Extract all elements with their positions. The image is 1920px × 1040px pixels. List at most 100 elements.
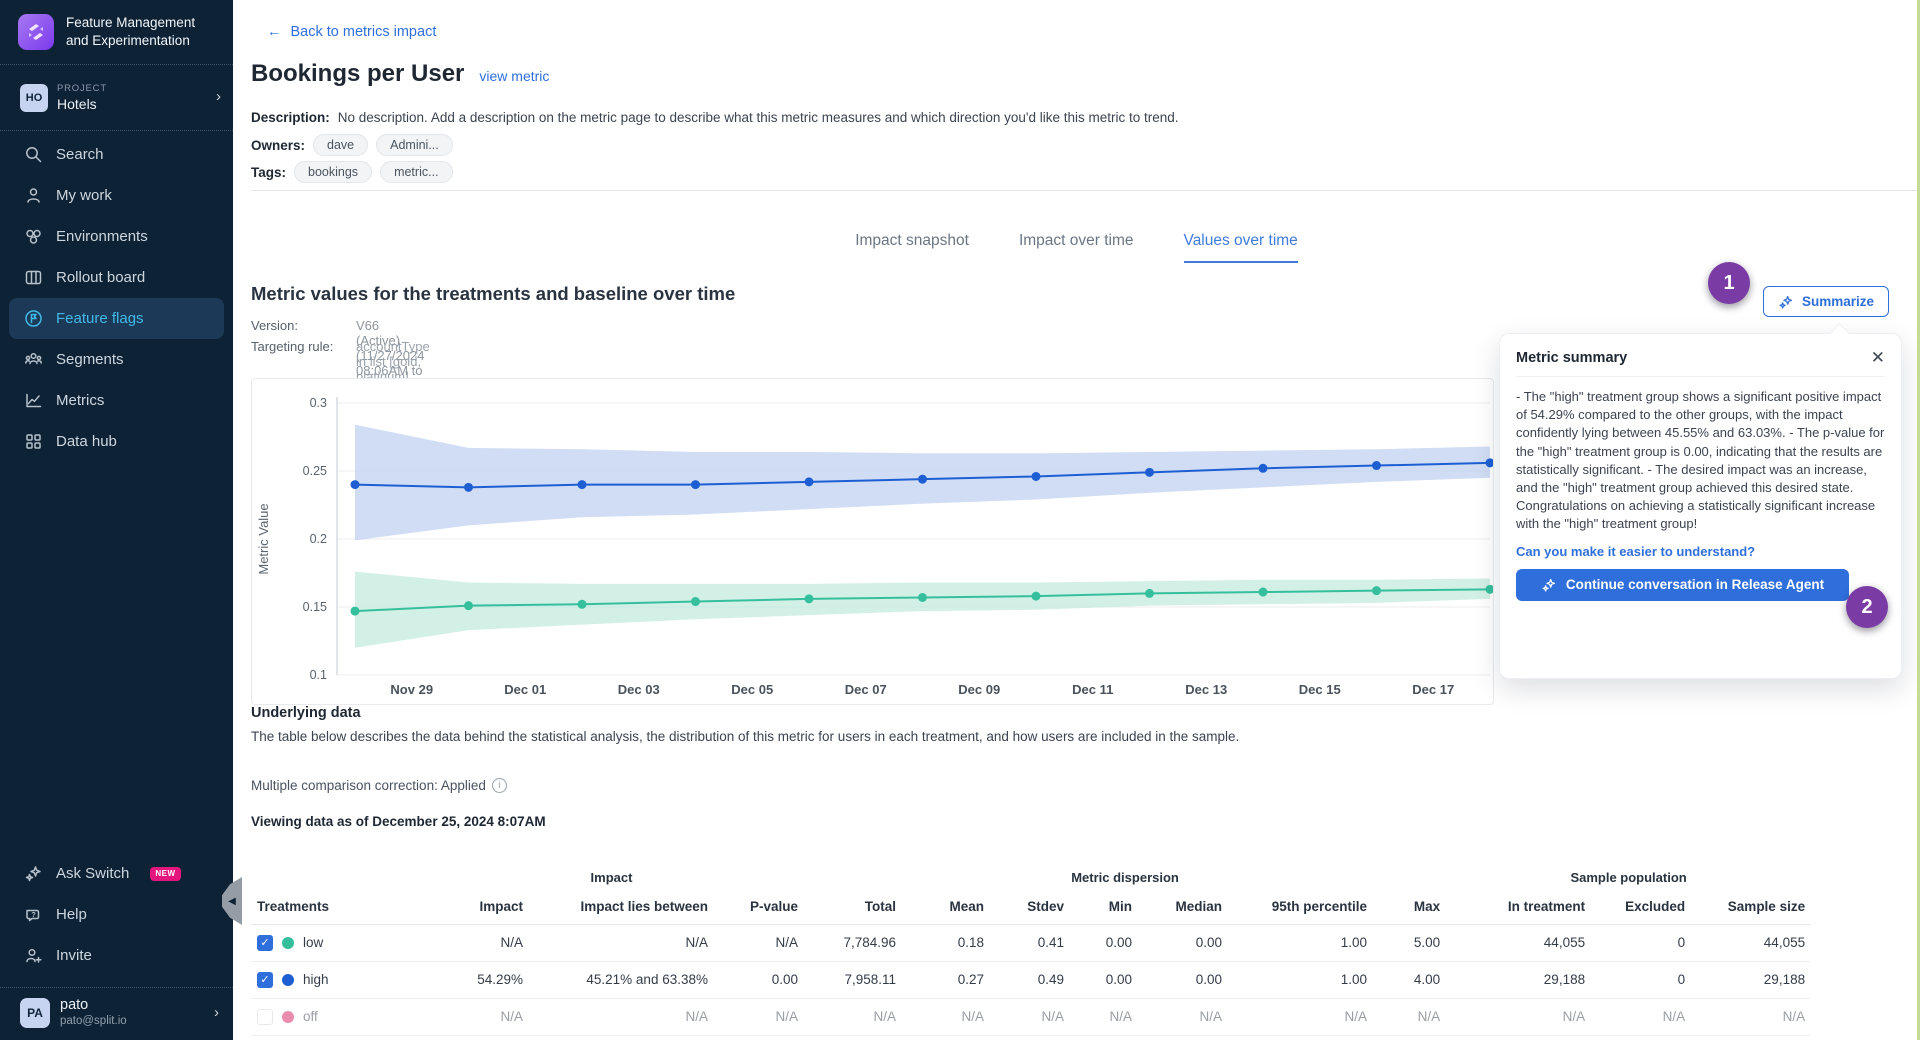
col-header: P-value xyxy=(714,890,804,924)
sidebar-item-invite[interactable]: Invite xyxy=(0,935,233,976)
sidebar-item-feature-flags[interactable]: Feature flags xyxy=(9,298,224,339)
treatment-label: low xyxy=(303,935,323,950)
user-menu[interactable]: PA pato pato@split.io › xyxy=(0,995,233,1040)
sidebar-item-label: Ask Switch xyxy=(56,865,129,882)
checkbox-high[interactable]: ✓ xyxy=(257,972,273,988)
owner-pill[interactable]: Admini... xyxy=(376,134,453,156)
table-cell: 1.00 xyxy=(1228,924,1373,961)
tab-impact-snapshot[interactable]: Impact snapshot xyxy=(855,232,969,263)
svg-text:Dec 15: Dec 15 xyxy=(1299,682,1341,697)
sparkle-icon xyxy=(1778,294,1794,310)
table-cell: N/A xyxy=(1228,998,1373,1035)
table-cell: N/A xyxy=(529,924,714,961)
underlying-data-heading: Underlying data xyxy=(251,705,361,721)
table-cell: 7,958.11 xyxy=(804,961,902,998)
treatment-dot-off xyxy=(282,1011,294,1023)
table-cell: 0.00 xyxy=(1070,924,1138,961)
svg-text:Dec 11: Dec 11 xyxy=(1072,682,1113,697)
continue-conversation-button[interactable]: Continue conversation in Release Agent xyxy=(1516,569,1849,601)
close-icon[interactable]: ✕ xyxy=(1871,349,1885,366)
table-cell: N/A xyxy=(714,924,804,961)
checkbox-low[interactable]: ✓ xyxy=(257,935,273,951)
sidebar-item-label: Help xyxy=(56,906,87,923)
environments-icon xyxy=(24,227,43,246)
tab-values-over-time[interactable]: Values over time xyxy=(1184,232,1298,263)
sidebar-item-search[interactable]: Search xyxy=(0,134,233,175)
svg-text:0.1: 0.1 xyxy=(310,668,327,682)
table-cell: 29,188 xyxy=(1691,961,1811,998)
table-cell: 44,055 xyxy=(1691,924,1811,961)
tag-pill[interactable]: metric... xyxy=(380,161,452,183)
table-cell: N/A xyxy=(1446,998,1591,1035)
table-cell: 1.00 xyxy=(1228,961,1373,998)
table-cell: 0.27 xyxy=(902,961,990,998)
sidebar-item-my-work[interactable]: My work xyxy=(0,175,233,216)
sidebar-item-label: Search xyxy=(56,146,104,163)
help-icon: ? xyxy=(24,905,43,924)
sidebar-item-label: My work xyxy=(56,187,112,204)
table-cell: N/A xyxy=(1070,998,1138,1035)
sidebar-item-label: Feature flags xyxy=(56,310,144,327)
table-cell: 0 xyxy=(1591,961,1691,998)
sidebar-item-ask-switch[interactable]: Ask Switch NEW xyxy=(0,853,233,894)
col-header: Impact lies between xyxy=(529,890,714,924)
easier-to-understand-link[interactable]: Can you make it easier to understand? xyxy=(1516,544,1885,559)
chart-canvas: 0.30.250.20.150.1Nov 29Dec 01Dec 03Dec 0… xyxy=(252,379,1493,704)
col-header: Min xyxy=(1070,890,1138,924)
treatment-label: off xyxy=(303,1009,318,1024)
table-cell: 4.00 xyxy=(1373,961,1446,998)
sidebar-item-environments[interactable]: Environments xyxy=(0,216,233,257)
sidebar-nav: Search My work Environments Rollout boar… xyxy=(0,134,233,462)
owner-pill[interactable]: dave xyxy=(313,134,368,156)
sidebar-item-data-hub[interactable]: Data hub xyxy=(0,421,233,462)
sidebar-item-metrics[interactable]: Metrics xyxy=(0,380,233,421)
people-icon xyxy=(24,350,43,369)
svg-text:0.3: 0.3 xyxy=(310,396,327,410)
app-logo[interactable]: Feature Management and Experimentation xyxy=(18,14,195,50)
table-cell: N/A xyxy=(419,998,529,1035)
svg-text:Dec 01: Dec 01 xyxy=(504,682,546,697)
svg-text:0.25: 0.25 xyxy=(303,464,327,478)
table-cell: N/A xyxy=(990,998,1070,1035)
table-cell: 5.00 xyxy=(1373,924,1446,961)
table-cell: 0.00 xyxy=(1070,961,1138,998)
sparkles-icon xyxy=(24,864,43,883)
table-cell: 0.49 xyxy=(990,961,1070,998)
sidebar-item-rollout-board[interactable]: Rollout board xyxy=(0,257,233,298)
back-link[interactable]: ← Back to metrics impact xyxy=(267,24,436,40)
summarize-button[interactable]: Summarize xyxy=(1763,286,1889,317)
sidebar-item-help[interactable]: ? Help xyxy=(0,894,233,935)
table-cell: 0.41 xyxy=(990,924,1070,961)
col-header: Treatments xyxy=(251,890,419,924)
tag-pill[interactable]: bookings xyxy=(294,161,372,183)
group-header-metric-dispersion: Metric dispersion xyxy=(804,864,1446,890)
treatment-dot-high xyxy=(282,974,294,986)
svg-text:Dec 09: Dec 09 xyxy=(958,682,1000,697)
new-badge: NEW xyxy=(150,867,180,881)
divider xyxy=(0,987,233,988)
annotation-step-2: 2 xyxy=(1846,586,1888,628)
tab-impact-over-time[interactable]: Impact over time xyxy=(1019,232,1134,263)
table-cell: 44,055 xyxy=(1446,924,1591,961)
targeting-rule-label: Targeting rule: xyxy=(251,339,333,354)
view-metric-link[interactable]: view metric xyxy=(479,68,549,84)
tags-row: Tags: bookings metric... xyxy=(251,161,453,183)
project-switcher[interactable]: HO PROJECT Hotels › xyxy=(0,72,233,124)
summary-body: - The "high" treatment group shows a sig… xyxy=(1516,388,1885,534)
underlying-data-description: The table below describes the data behin… xyxy=(251,729,1239,744)
info-icon[interactable]: i xyxy=(492,778,507,793)
correction-label: Multiple comparison correction: Applied xyxy=(251,778,486,793)
chart-icon xyxy=(24,391,43,410)
col-header: In treatment xyxy=(1446,890,1591,924)
sidebar-item-segments[interactable]: Segments xyxy=(0,339,233,380)
divider xyxy=(251,190,1920,191)
underlying-data-table: Impact Metric dispersion Sample populati… xyxy=(251,864,1811,1036)
table-cell: 7,784.96 xyxy=(804,924,902,961)
table-header-row: Treatments Impact Impact lies between P-… xyxy=(251,890,1811,924)
user-name: pato xyxy=(60,997,88,1013)
table-cell: 0.00 xyxy=(714,961,804,998)
split-logo-icon xyxy=(18,14,54,50)
project-label: PROJECT xyxy=(57,83,107,94)
back-link-label: Back to metrics impact xyxy=(291,24,437,40)
checkbox-off[interactable] xyxy=(257,1009,273,1025)
